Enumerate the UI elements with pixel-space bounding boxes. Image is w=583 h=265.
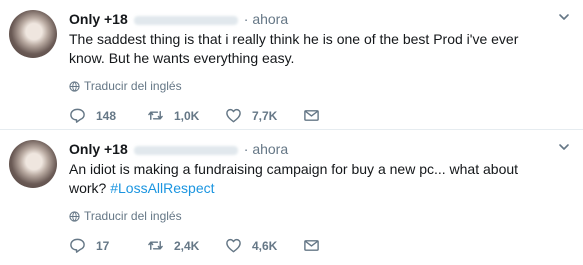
timestamp[interactable]: · ahora [244, 141, 288, 157]
display-name[interactable]: Only +18 [69, 11, 128, 27]
avatar[interactable] [9, 140, 57, 188]
globe-icon [69, 210, 80, 222]
retweet-count: 1,0K [174, 108, 200, 123]
like-button[interactable]: 4,6K [225, 237, 303, 254]
tweet-text: An idiot is making a fundraising campaig… [69, 160, 539, 198]
envelope-icon [304, 240, 319, 251]
tweet-text: The saddest thing is that i really think… [69, 30, 539, 68]
timestamp[interactable]: · ahora [244, 11, 288, 27]
tweet[interactable]: Only +18 · ahora An idiot is making a fun… [0, 130, 583, 260]
chevron-down-icon[interactable] [557, 10, 571, 24]
translate-link[interactable]: Traducir del inglés [69, 209, 182, 223]
translate-label: Traducir del inglés [84, 209, 182, 223]
globe-icon [69, 80, 80, 92]
retweet-button[interactable]: 2,4K [147, 237, 225, 254]
retweet-icon [148, 111, 163, 120]
heart-icon [226, 108, 241, 123]
tweet[interactable]: Only +18 · ahora The saddest thing is tha… [0, 0, 583, 130]
retweet-icon [148, 241, 163, 250]
hashtag-link[interactable]: #LossAllRespect [110, 180, 214, 196]
like-count: 7,7K [252, 108, 278, 123]
reply-button[interactable]: 17 [69, 237, 147, 254]
reply-icon [70, 238, 85, 253]
retweet-button[interactable]: 1,0K [147, 107, 225, 124]
action-bar: 17 2,4K 4,6K [69, 237, 330, 254]
reply-count: 148 [96, 108, 117, 123]
blurred-username[interactable] [133, 145, 238, 155]
reply-count: 17 [96, 238, 110, 253]
heart-icon [226, 238, 241, 253]
direct-message-button[interactable] [303, 237, 330, 254]
blurred-username[interactable] [133, 15, 238, 25]
translate-link[interactable]: Traducir del inglés [69, 79, 182, 93]
like-button[interactable]: 7,7K [225, 107, 303, 124]
translate-label: Traducir del inglés [84, 79, 182, 93]
tweet-text-body: The saddest thing is that i really think… [69, 31, 519, 66]
tweet-header: Only +18 · ahora [69, 140, 288, 158]
avatar[interactable] [9, 10, 57, 58]
like-count: 4,6K [252, 238, 278, 253]
reply-button[interactable]: 148 [69, 107, 147, 124]
action-bar: 148 1,0K 7,7K [69, 107, 330, 124]
tweet-header: Only +18 · ahora [69, 10, 288, 28]
direct-message-button[interactable] [303, 107, 330, 124]
display-name[interactable]: Only +18 [69, 141, 128, 157]
chevron-down-icon[interactable] [557, 140, 571, 154]
reply-icon [70, 108, 85, 123]
envelope-icon [304, 110, 319, 121]
retweet-count: 2,4K [174, 238, 200, 253]
